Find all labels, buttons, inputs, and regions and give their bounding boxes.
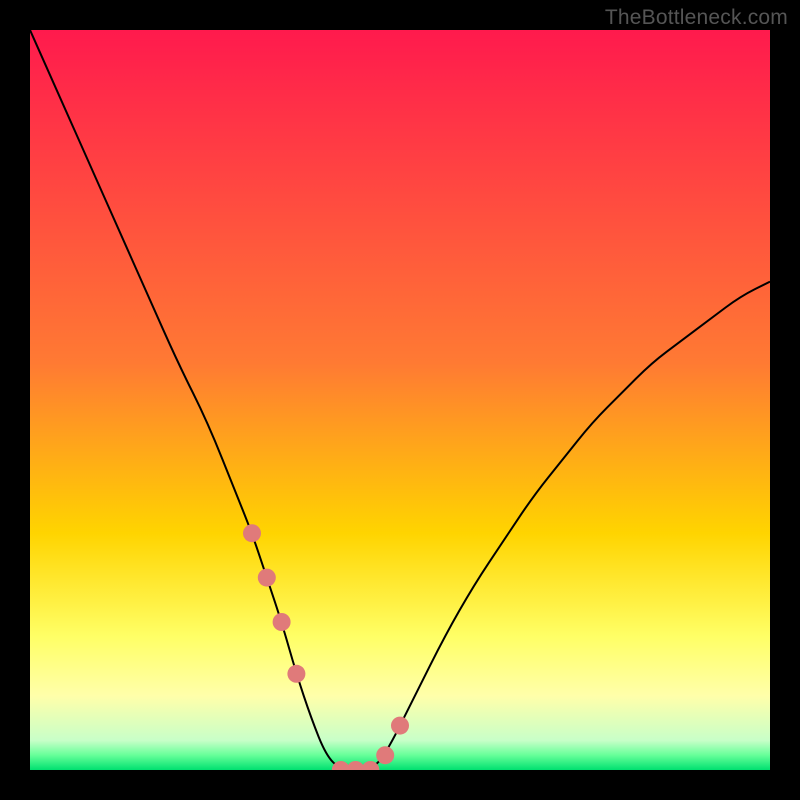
highlight-dot bbox=[258, 569, 276, 587]
chart-container: TheBottleneck.com bbox=[0, 0, 800, 800]
highlight-dot bbox=[391, 717, 409, 735]
watermark-text: TheBottleneck.com bbox=[605, 6, 788, 30]
highlight-dot bbox=[273, 613, 291, 631]
highlight-dot bbox=[243, 524, 261, 542]
gradient-background bbox=[30, 30, 770, 770]
chart-svg bbox=[30, 30, 770, 770]
highlight-dot bbox=[287, 665, 305, 683]
highlight-dot bbox=[376, 746, 394, 764]
